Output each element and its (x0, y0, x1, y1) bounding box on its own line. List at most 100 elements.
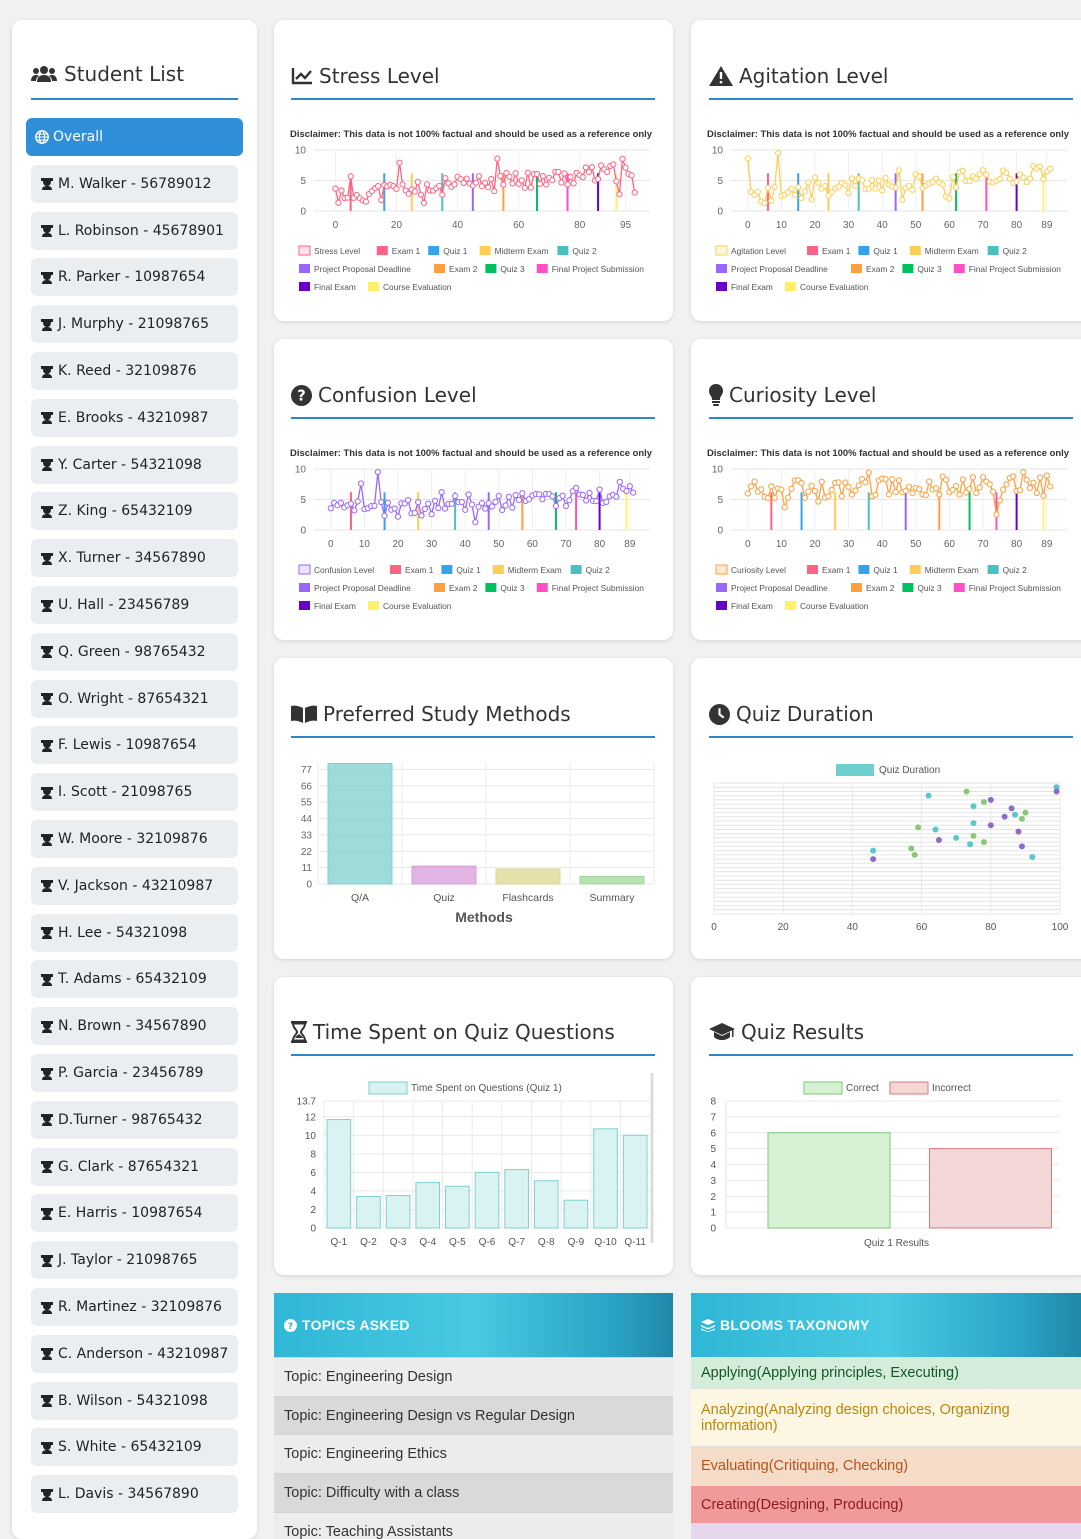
legend-swatch (485, 583, 497, 592)
sidebar-item-student[interactable]: T. Adams - 65432109 (31, 960, 238, 999)
data-point (327, 505, 334, 512)
quiz-results-chart: Correct Incorrect 0 1 2 3 4 5 6 7 8 Quiz 1 Results (710, 1081, 1059, 1249)
blooms-row: Analyzing(Analyzing design choices, Orga… (691, 1388, 1081, 1446)
data-point (396, 159, 403, 166)
legend-label: Midterm Exam (925, 246, 979, 256)
y-tick-label: 10 (712, 465, 724, 476)
data-point (475, 173, 483, 180)
sidebar-item-student[interactable]: E. Harris - 10987654 (31, 1194, 238, 1233)
data-point (781, 504, 788, 511)
data-point (524, 169, 531, 176)
graduation-cap-icon (41, 1301, 53, 1314)
sidebar-item-student[interactable]: M. Walker - 56789012 (31, 164, 238, 203)
graduation-cap-icon (41, 739, 53, 752)
x-tick-label: 40 (877, 539, 889, 550)
agitation-level-divider (709, 98, 1073, 100)
data-point (505, 493, 512, 500)
bar (563, 1199, 589, 1229)
sidebar-item-student[interactable]: S. White - 65432109 (31, 1428, 238, 1467)
sidebar-item-student[interactable]: W. Moore - 32109876 (31, 820, 238, 858)
quiz-results-title: Quiz Results (709, 1020, 864, 1044)
data-point (768, 197, 775, 205)
x-tick-label: 40 (877, 220, 889, 231)
legend-swatch (909, 246, 921, 255)
sidebar-item-student[interactable]: Y. Carter - 54321098 (31, 445, 238, 484)
data-point (875, 177, 882, 184)
sidebar-item-student[interactable]: U. Hall - 23456789 (31, 586, 238, 624)
data-point (1008, 805, 1015, 812)
data-point (415, 499, 422, 506)
legend-swatch (368, 282, 379, 291)
sidebar-item-student[interactable]: D.Turner - 98765432 (31, 1100, 238, 1139)
graduation-cap-icon (41, 786, 53, 799)
legend-label: Quiz Duration (879, 765, 940, 776)
legend-swatch (376, 246, 388, 255)
data-point (953, 834, 960, 841)
graduation-cap-icon (41, 880, 53, 893)
sidebar-item-student[interactable]: L. Davis - 34567890 (31, 1475, 238, 1514)
data-point (966, 485, 973, 493)
sidebar-item-student[interactable]: I. Scott - 21098765 (31, 773, 238, 812)
data-point (1022, 809, 1029, 816)
sidebar-item-student[interactable]: L. Robinson - 45678901 (31, 211, 238, 250)
sidebar-item-student[interactable]: O. Wright - 87654321 (31, 679, 238, 718)
sidebar-item-student[interactable]: G. Clark - 87654321 (31, 1147, 238, 1186)
data-point (539, 173, 547, 180)
data-point (438, 489, 445, 496)
legend-swatch (299, 282, 310, 291)
data-point (967, 841, 974, 848)
sidebar-item-student[interactable]: J. Taylor - 21098765 (31, 1241, 238, 1280)
x-tick-label: 40 (847, 922, 859, 933)
data-point (939, 181, 946, 188)
legend-swatch (299, 583, 310, 592)
data-point (801, 188, 809, 195)
legend-swatch (479, 246, 491, 255)
x-tick-label: 60 (513, 220, 525, 231)
x-tick-label: Q-10 (594, 1237, 617, 1248)
study-methods-divider (291, 736, 655, 738)
legend-swatch (889, 1081, 929, 1095)
sidebar-item-student[interactable]: F. Lewis - 10987654 (31, 726, 238, 765)
data-point (594, 175, 602, 183)
sidebar-item-student[interactable]: Q. Green - 98765432 (31, 632, 238, 671)
data-point (335, 199, 342, 206)
x-tick-label: Q-6 (479, 1237, 496, 1248)
sidebar-item-student[interactable]: P. Garcia - 23456789 (31, 1054, 238, 1092)
data-point (381, 512, 388, 519)
legend-label: Final Project Submission (552, 583, 645, 593)
bar (929, 1148, 1052, 1229)
data-point (463, 175, 470, 182)
sidebar-item-student[interactable]: J. Murphy - 21098765 (31, 305, 238, 344)
data-point (862, 479, 869, 486)
sidebar-item-label: T. Adams - 65432109 (58, 971, 207, 988)
x-tick-label: 100 (1052, 922, 1069, 933)
y-tick-label: 10 (295, 146, 307, 157)
x-tick-label: 80 (1011, 539, 1023, 550)
data-point (852, 182, 859, 190)
data-point (585, 168, 593, 176)
data-point (788, 485, 795, 492)
sidebar-item-student[interactable]: H. Lee - 54321098 (31, 913, 238, 952)
sidebar-item-overall[interactable]: Overall (26, 118, 243, 156)
sidebar-item-student[interactable]: N. Brown - 34567890 (31, 1007, 238, 1046)
data-point (744, 490, 751, 497)
sidebar-item-student[interactable]: R. Parker - 10987654 (31, 258, 238, 297)
curiosity-level-divider (709, 417, 1073, 419)
data-point (616, 191, 623, 198)
sidebar-item-student[interactable]: R. Martinez - 32109876 (31, 1288, 238, 1326)
sidebar-item-student[interactable]: B. Wilson - 54321098 (31, 1381, 238, 1420)
sidebar-item-student[interactable]: C. Anderson - 43210987 (31, 1334, 238, 1373)
bar (593, 1128, 618, 1229)
data-point (552, 502, 560, 510)
sidebar-item-student[interactable]: Z. King - 65432109 (31, 492, 238, 531)
data-point (963, 788, 970, 795)
data-point (987, 822, 994, 829)
sidebar-item-student[interactable]: X. Turner - 34567890 (31, 539, 238, 578)
data-point (1043, 472, 1050, 479)
sidebar-item-student[interactable]: K. Reed - 32109876 (31, 352, 238, 390)
data-point (378, 196, 385, 204)
data-point (908, 845, 915, 852)
sidebar-item-student[interactable]: E. Brooks - 43210987 (31, 398, 238, 437)
sidebar-item-student[interactable]: V. Jackson - 43210987 (31, 866, 238, 905)
data-point (922, 492, 929, 499)
